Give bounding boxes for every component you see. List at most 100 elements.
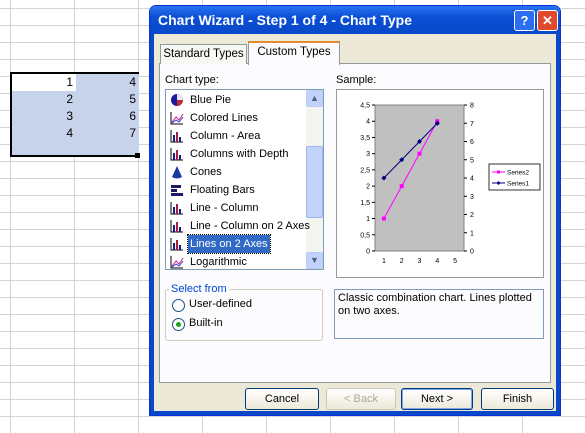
list-item[interactable]: Logarithmic bbox=[167, 253, 249, 269]
series-point bbox=[399, 184, 404, 189]
user-defined-radio[interactable] bbox=[172, 299, 185, 312]
list-item-label: Columns with Depth bbox=[190, 148, 289, 160]
list-item[interactable]: Line - Column on 2 Axes bbox=[167, 217, 312, 235]
list-item-label: Colored Lines bbox=[190, 112, 258, 124]
cell-b4[interactable]: 7 bbox=[76, 125, 139, 142]
chart-type-list[interactable]: ▲ ▼ Blue Pie Colored Lines Column - Area Co… bbox=[165, 89, 324, 270]
line-chart-icon bbox=[170, 255, 184, 269]
fill-handle[interactable] bbox=[135, 153, 140, 158]
y-left-tick-label: 1 bbox=[366, 216, 370, 223]
column-chart-icon bbox=[170, 237, 184, 251]
sample-chart: 0 0,5 1 1,5 2 2,5 3 3,5 4 4,5 0 1 2 3 4 5 6 7 8 1 2 3 4 5 Series… bbox=[360, 103, 541, 265]
y-left-tick-label: 1,5 bbox=[360, 200, 370, 207]
column-chart-icon bbox=[170, 129, 184, 143]
cone-icon bbox=[170, 165, 184, 179]
y-left-tick-label: 4 bbox=[366, 119, 370, 126]
legend-marker bbox=[497, 170, 500, 174]
cell-a4[interactable]: 4 bbox=[12, 125, 76, 142]
series-point bbox=[417, 151, 422, 156]
list-item[interactable]: Lines on 2 Axes bbox=[167, 234, 271, 254]
list-item[interactable]: Floating Bars bbox=[167, 181, 257, 199]
cell-b1[interactable]: 4 bbox=[76, 74, 139, 91]
x-tick-label: 4 bbox=[435, 258, 439, 265]
series-point bbox=[381, 216, 386, 221]
pie-icon bbox=[170, 93, 184, 107]
y-left-tick-label: 0 bbox=[366, 249, 370, 256]
y-left-tick-label: 0,5 bbox=[360, 232, 370, 239]
y-right-tick-label: 4 bbox=[470, 176, 474, 183]
built-in-label[interactable]: Built-in bbox=[189, 317, 223, 329]
bar-chart-icon bbox=[170, 183, 184, 197]
list-scrollbar[interactable]: ▲ ▼ bbox=[306, 90, 323, 269]
cell-blank-row[interactable] bbox=[12, 142, 139, 155]
y-left-tick-label: 2,5 bbox=[360, 167, 370, 174]
y-right-tick-label: 0 bbox=[470, 249, 474, 256]
dialog-title: Chart Wizard - Step 1 of 4 - Chart Type bbox=[158, 12, 412, 28]
y-left-tick-label: 3,5 bbox=[360, 135, 370, 142]
finish-button[interactable]: Finish bbox=[481, 388, 554, 410]
list-item-label: Line - Column bbox=[190, 202, 259, 214]
legend-label: Series1 bbox=[507, 181, 529, 188]
scroll-up-button[interactable]: ▲ bbox=[306, 90, 323, 107]
y-right-tick-label: 8 bbox=[470, 103, 474, 110]
built-in-radio[interactable] bbox=[172, 318, 185, 331]
user-defined-label[interactable]: User-defined bbox=[189, 298, 252, 310]
list-item-label: Cones bbox=[190, 166, 222, 178]
cell-a3[interactable]: 3 bbox=[12, 108, 76, 125]
list-item-label: Logarithmic bbox=[190, 256, 247, 268]
dialog-frame-right bbox=[556, 34, 560, 415]
x-tick-label: 2 bbox=[400, 258, 404, 265]
close-button[interactable]: ✕ bbox=[537, 10, 558, 31]
list-item[interactable]: Cones bbox=[167, 163, 224, 181]
list-item-label: Lines on 2 Axes bbox=[187, 234, 271, 254]
line-chart-icon bbox=[170, 111, 184, 125]
cell-b2[interactable]: 5 bbox=[76, 91, 139, 108]
y-right-tick-label: 2 bbox=[470, 212, 474, 219]
next-button[interactable]: Next > bbox=[401, 388, 473, 410]
select-from-group bbox=[165, 289, 323, 341]
chart-wizard-dialog: Chart Wizard - Step 1 of 4 - Chart Type … bbox=[149, 5, 561, 416]
list-item-label: Line - Column on 2 Axes bbox=[190, 220, 310, 232]
list-item[interactable]: Column - Area bbox=[167, 127, 262, 145]
sample-label: Sample: bbox=[336, 74, 377, 86]
y-right-tick-label: 7 bbox=[470, 121, 474, 128]
help-button[interactable]: ? bbox=[514, 10, 535, 31]
sample-preview: 0 0,5 1 1,5 2 2,5 3 3,5 4 4,5 0 1 2 3 4 5 6 7 8 1 2 3 4 5 Series… bbox=[336, 89, 544, 278]
cell-b3[interactable]: 6 bbox=[76, 108, 139, 125]
list-item[interactable]: Line - Column bbox=[167, 199, 260, 217]
tab-standard-types[interactable]: Standard Types bbox=[160, 44, 247, 64]
legend-label: Series2 bbox=[507, 170, 529, 177]
cell-a1[interactable]: 1 bbox=[12, 74, 76, 91]
column-chart-icon bbox=[170, 201, 184, 215]
cancel-button[interactable]: Cancel bbox=[245, 388, 319, 410]
select-from-title: Select from bbox=[169, 283, 229, 295]
list-item[interactable]: Colored Lines bbox=[167, 109, 260, 127]
x-tick-label: 5 bbox=[453, 258, 457, 265]
scroll-down-button[interactable]: ▼ bbox=[306, 252, 323, 269]
y-right-tick-label: 5 bbox=[470, 157, 474, 164]
x-tick-label: 1 bbox=[382, 258, 386, 265]
chart-description: Classic combination chart. Lines plotted… bbox=[334, 289, 544, 339]
x-tick-label: 3 bbox=[418, 258, 422, 265]
y-right-tick-label: 3 bbox=[470, 194, 474, 201]
column-chart-icon bbox=[170, 219, 184, 233]
y-right-tick-label: 1 bbox=[470, 230, 474, 237]
y-left-tick-label: 3 bbox=[366, 151, 370, 158]
list-item[interactable]: Blue Pie bbox=[167, 91, 233, 109]
cell-a2[interactable]: 2 bbox=[12, 91, 76, 108]
y-left-tick-label: 2 bbox=[366, 184, 370, 191]
list-item-label: Column - Area bbox=[190, 130, 261, 142]
list-item[interactable]: Columns with Depth bbox=[167, 145, 290, 163]
tab-custom-types[interactable]: Custom Types bbox=[248, 41, 340, 65]
y-right-tick-label: 6 bbox=[470, 139, 474, 146]
back-button[interactable]: < Back bbox=[326, 388, 396, 410]
dialog-titlebar[interactable]: Chart Wizard - Step 1 of 4 - Chart Type bbox=[150, 6, 560, 34]
scroll-thumb[interactable] bbox=[306, 146, 323, 218]
selected-range[interactable]: 14253647 bbox=[10, 72, 139, 157]
dialog-frame-bottom bbox=[150, 411, 560, 415]
plot-area bbox=[374, 104, 465, 252]
column-chart-icon bbox=[170, 147, 184, 161]
list-item-label: Blue Pie bbox=[190, 94, 231, 106]
list-item-label: Floating Bars bbox=[190, 184, 255, 196]
chart-type-label: Chart type: bbox=[165, 74, 219, 86]
